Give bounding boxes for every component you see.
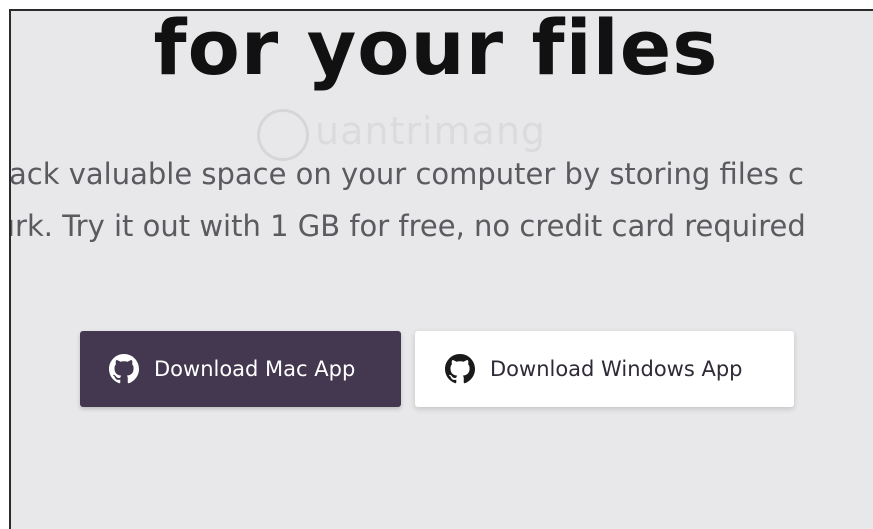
github-icon	[445, 354, 475, 384]
hero-description-line-2: ırk. Try it out with 1 GB for free, no c…	[9, 209, 806, 243]
download-mac-app-button[interactable]: Download Mac App	[80, 331, 401, 407]
download-windows-app-label: Download Windows App	[490, 357, 743, 381]
watermark-logo-icon	[257, 109, 309, 161]
page-viewport: uantrimang for your files ack valuable s…	[9, 9, 873, 529]
hero-description-line-1: ack valuable space on your computer by s…	[9, 157, 804, 191]
download-mac-app-label: Download Mac App	[154, 357, 356, 381]
github-icon	[109, 354, 139, 384]
hero-headline: for your files	[153, 9, 719, 92]
download-windows-app-button[interactable]: Download Windows App	[415, 331, 794, 407]
watermark-text: uantrimang	[315, 109, 547, 153]
